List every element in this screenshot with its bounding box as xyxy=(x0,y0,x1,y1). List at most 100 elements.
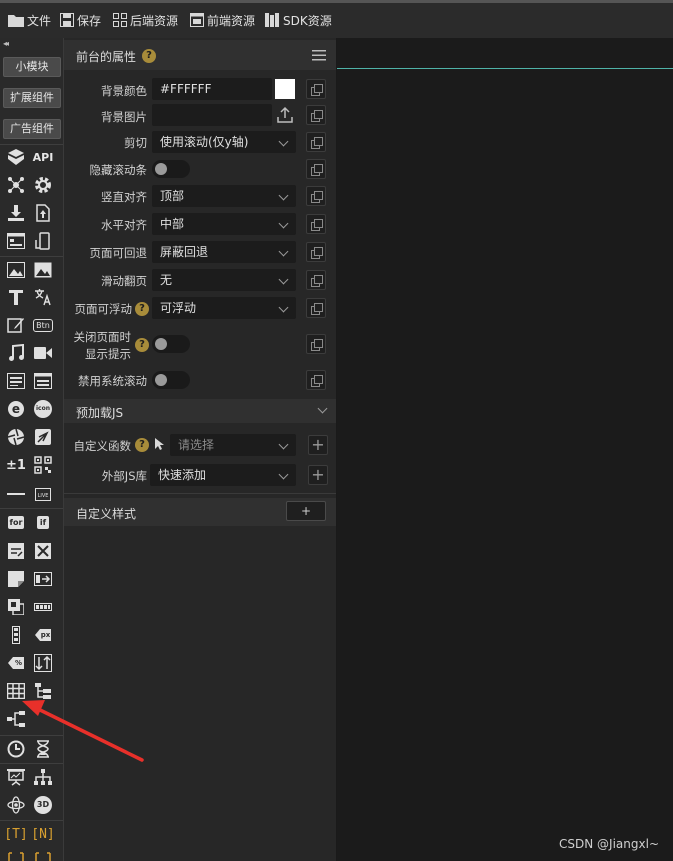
save-button[interactable]: 保存 xyxy=(60,11,101,29)
note-icon[interactable] xyxy=(5,568,27,590)
gear-icon[interactable] xyxy=(32,174,54,196)
extension-components-button[interactable]: 扩展组件 xyxy=(3,88,61,108)
tree-list-icon[interactable] xyxy=(32,680,54,702)
shuffle-icon[interactable] xyxy=(32,540,54,562)
richtext-icon[interactable] xyxy=(32,370,54,392)
hide-scrollbar-toggle[interactable] xyxy=(152,160,190,178)
sdk-resources-label: SDK资源 xyxy=(283,13,332,28)
download-icon[interactable] xyxy=(5,202,27,224)
file-menu[interactable]: 文件 xyxy=(8,11,51,29)
slider-next-icon[interactable] xyxy=(32,568,54,590)
translate-icon[interactable] xyxy=(32,286,54,308)
org-chart-icon[interactable] xyxy=(32,766,54,788)
menu-icon[interactable] xyxy=(312,50,326,61)
collapse-palette-button[interactable]: ◂◂ xyxy=(3,39,9,48)
browser-e-icon[interactable]: e xyxy=(5,398,27,420)
aperture-icon[interactable] xyxy=(5,426,27,448)
external-js-select[interactable]: 快速添加 xyxy=(150,464,296,486)
clip-select[interactable]: 使用滚动(仅y轴) xyxy=(152,131,296,153)
close-hint-label-line1: 关闭页面时 xyxy=(73,330,132,344)
px-unit-icon[interactable]: px xyxy=(32,624,54,646)
cursor-pick-icon[interactable] xyxy=(154,437,166,451)
help-icon[interactable]: ? xyxy=(142,49,156,63)
presentation-icon[interactable] xyxy=(5,766,27,788)
edit-icon[interactable] xyxy=(5,314,27,336)
live-icon[interactable]: LIVE xyxy=(32,483,54,505)
variable-icon-partial-2[interactable] xyxy=(32,850,54,861)
for-loop-icon[interactable]: for xyxy=(5,511,27,533)
copy-vertical-align-button[interactable] xyxy=(306,186,326,206)
sort-icon[interactable] xyxy=(32,652,54,674)
qr-code-icon[interactable] xyxy=(32,454,54,476)
copy-horizontal-align-button[interactable] xyxy=(306,214,326,234)
custom-function-select[interactable]: 请选择 xyxy=(170,434,296,456)
preload-js-header[interactable]: 预加载JS xyxy=(64,399,336,423)
copy-page-float-button[interactable] xyxy=(306,298,326,318)
network-icon[interactable] xyxy=(5,174,27,196)
progress-dots-icon[interactable] xyxy=(32,596,54,618)
copy-bg-color-button[interactable] xyxy=(306,79,326,99)
copy-close-hint-button[interactable] xyxy=(306,334,326,354)
horizontal-align-select[interactable]: 中部 xyxy=(152,213,296,235)
frontend-resources-menu[interactable]: 前端资源 xyxy=(190,11,255,29)
copy-page-back-button[interactable] xyxy=(306,242,326,262)
video-icon[interactable] xyxy=(32,342,54,364)
bg-color-input[interactable]: #FFFFFF xyxy=(152,78,272,100)
table-icon[interactable] xyxy=(5,680,27,702)
upload-icon[interactable] xyxy=(32,202,54,224)
color-swatch[interactable] xyxy=(275,79,295,99)
sdk-resources-menu[interactable]: SDK资源 xyxy=(265,11,332,29)
swipe-paging-select[interactable]: 无 xyxy=(152,269,296,291)
close-hint-toggle[interactable] xyxy=(152,335,190,353)
cube-icon[interactable] xyxy=(5,146,27,168)
plus-minus-icon[interactable]: ±1 xyxy=(5,454,27,476)
add-custom-style-button[interactable]: + xyxy=(286,501,326,521)
layers-icon[interactable] xyxy=(5,596,27,618)
button-icon[interactable]: Btn xyxy=(32,314,54,336)
copy-disable-scroll-button[interactable] xyxy=(306,370,326,390)
number-variable-icon[interactable]: [N] xyxy=(31,823,54,845)
design-canvas[interactable] xyxy=(337,38,673,861)
clock-icon[interactable] xyxy=(5,738,27,760)
page-float-select[interactable]: 可浮动 xyxy=(152,297,296,319)
copy-swipe-paging-button[interactable] xyxy=(306,270,326,290)
image-icon[interactable] xyxy=(5,259,27,281)
vertical-align-select[interactable]: 顶部 xyxy=(152,185,296,207)
hourglass-icon[interactable] xyxy=(32,738,54,760)
add-external-js-button[interactable]: + xyxy=(308,465,328,485)
copy-hide-scrollbar-button[interactable] xyxy=(306,159,326,179)
text-variable-icon[interactable]: [T] xyxy=(4,823,27,845)
page-back-select[interactable]: 屏蔽回退 xyxy=(152,241,296,263)
icon-font-icon[interactable]: icon xyxy=(32,398,54,420)
vertical-list-icon[interactable] xyxy=(5,624,27,646)
help-icon[interactable]: ? xyxy=(135,438,149,452)
disable-scroll-toggle[interactable] xyxy=(152,371,190,389)
percent-unit-icon[interactable]: % xyxy=(5,652,27,674)
backend-resources-menu[interactable]: 后端资源 xyxy=(113,11,178,29)
variable-icon-partial[interactable] xyxy=(5,850,27,861)
image-gallery-icon[interactable] xyxy=(32,259,54,281)
textbox-icon[interactable] xyxy=(5,370,27,392)
help-icon[interactable]: ? xyxy=(135,338,149,352)
bg-image-input[interactable] xyxy=(152,104,272,126)
help-icon[interactable]: ? xyxy=(135,302,149,316)
copy-bg-image-button[interactable] xyxy=(306,105,326,125)
small-modules-button[interactable]: 小模块 xyxy=(3,57,61,77)
text-icon[interactable] xyxy=(5,286,27,308)
copy-clip-button[interactable] xyxy=(306,132,326,152)
pen-tool-icon[interactable] xyxy=(32,426,54,448)
ad-components-button[interactable]: 广告组件 xyxy=(3,119,61,139)
flowchart-icon[interactable] xyxy=(5,708,27,730)
divider-line-icon[interactable] xyxy=(5,483,27,505)
api-icon[interactable]: API xyxy=(32,146,54,168)
threed-icon[interactable]: 3D xyxy=(32,794,54,816)
form-icon[interactable] xyxy=(5,230,27,252)
vertical-align-value: 顶部 xyxy=(160,189,185,203)
add-custom-function-button[interactable]: + xyxy=(308,435,328,455)
form-edit-icon[interactable] xyxy=(5,540,27,562)
if-condition-icon[interactable]: if xyxy=(32,511,54,533)
atom-3d-icon[interactable] xyxy=(5,794,27,816)
device-rotate-icon[interactable] xyxy=(32,230,54,252)
upload-image-icon[interactable] xyxy=(276,106,294,124)
music-icon[interactable] xyxy=(5,342,27,364)
